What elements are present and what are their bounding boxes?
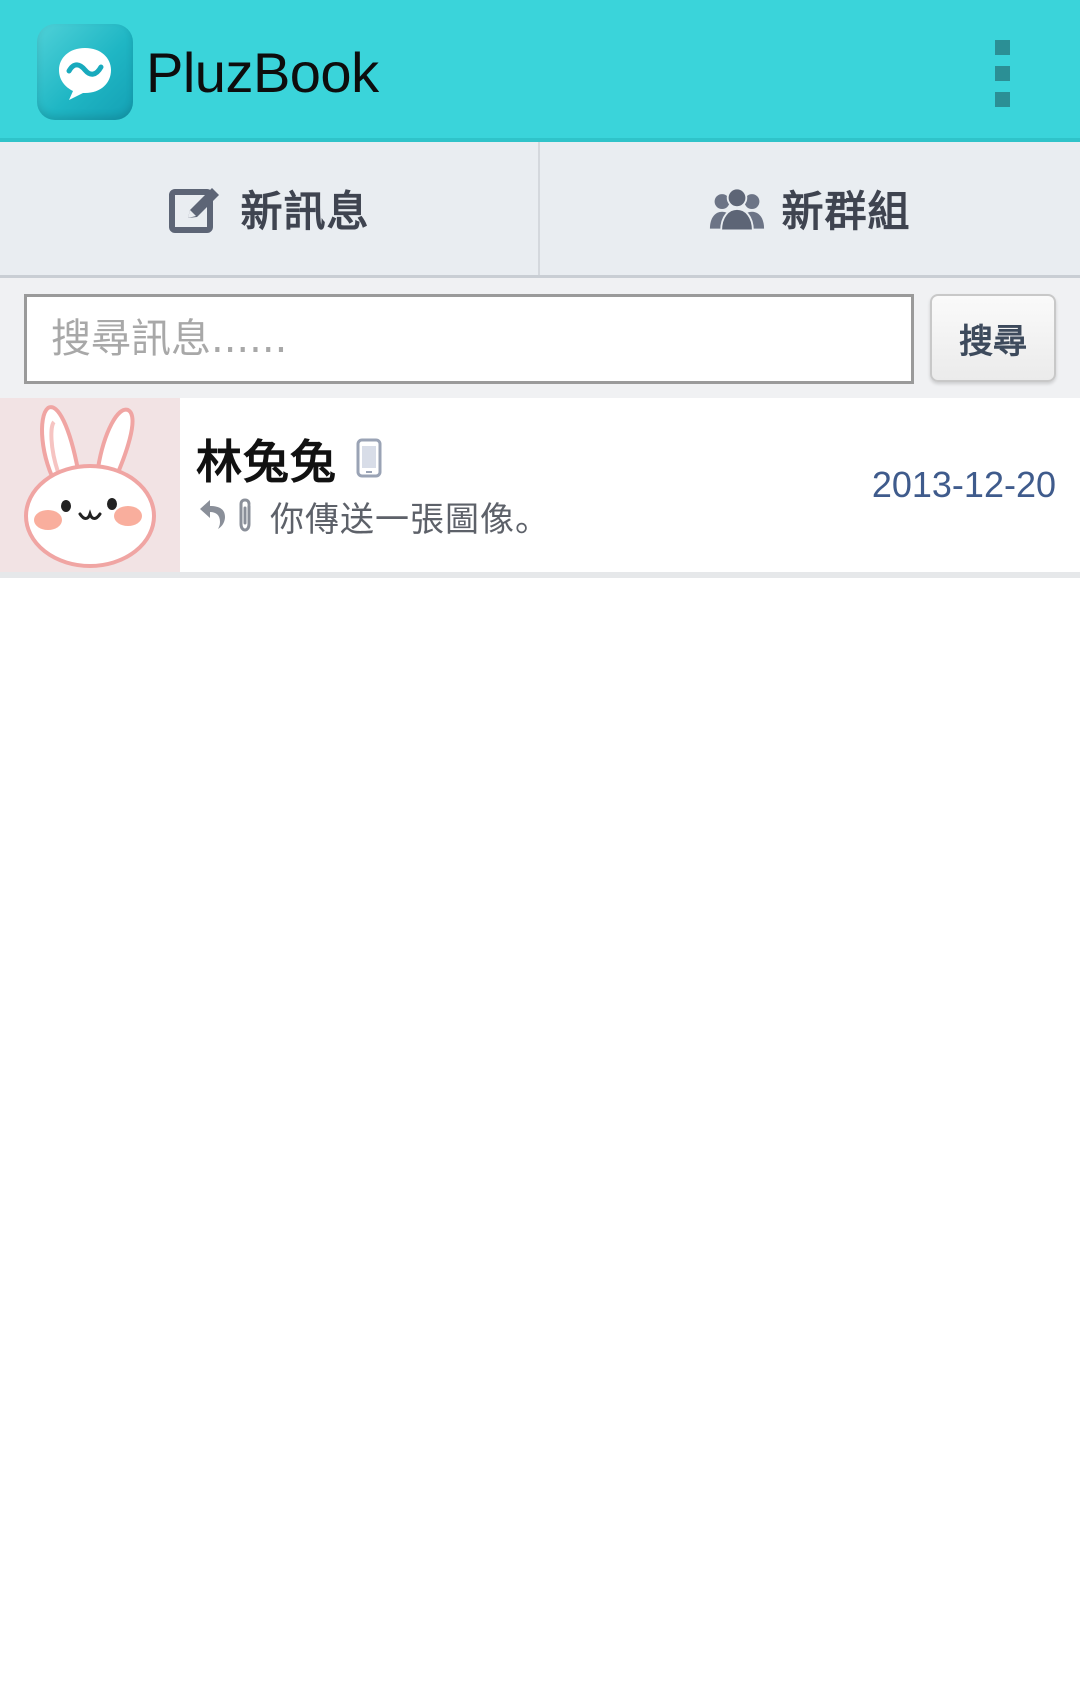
conversation-list: 林兔兔 你傳送一張圖像。 2013-12-20 bbox=[0, 398, 1080, 578]
overflow-menu-icon[interactable] bbox=[975, 30, 1035, 115]
search-bar: 搜尋 bbox=[0, 278, 1080, 398]
chat-bubble-logo-icon[interactable] bbox=[37, 24, 133, 120]
new-group-button[interactable]: 新群組 bbox=[540, 142, 1080, 275]
search-input[interactable] bbox=[24, 294, 914, 384]
new-message-button[interactable]: 新訊息 bbox=[0, 142, 540, 275]
message-date: 2013-12-20 bbox=[871, 464, 1056, 505]
list-item[interactable]: 林兔兔 你傳送一張圖像。 2013-12-20 bbox=[0, 398, 1080, 578]
new-message-label: 新訊息 bbox=[240, 187, 370, 236]
avatar bbox=[0, 398, 180, 572]
app-bar: PluzBook bbox=[0, 0, 1080, 142]
group-icon bbox=[710, 187, 765, 231]
message-preview: 你傳送一張圖像。 bbox=[270, 500, 550, 540]
search-button[interactable]: 搜尋 bbox=[930, 294, 1056, 382]
compose-icon bbox=[169, 187, 220, 233]
contact-name: 林兔兔 bbox=[196, 435, 337, 489]
app-title: PluzBook bbox=[146, 41, 379, 104]
attachment-icon bbox=[239, 498, 251, 532]
reply-icon bbox=[200, 500, 225, 529]
new-group-label: 新群組 bbox=[781, 187, 911, 236]
mobile-phone-icon bbox=[356, 438, 382, 478]
action-bar: 新訊息 新群組 bbox=[0, 142, 1080, 278]
